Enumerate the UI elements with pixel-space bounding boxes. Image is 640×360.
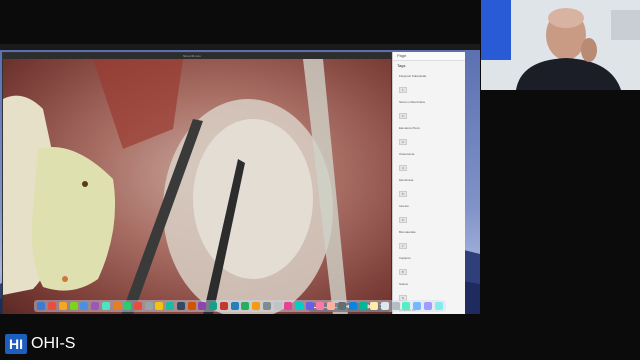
dock-app-icon[interactable] (69, 302, 78, 310)
dock-app-icon[interactable] (402, 302, 411, 310)
logo-badge: HI (5, 334, 27, 354)
webcam-feed (481, 0, 640, 90)
dock-app-icon[interactable] (230, 302, 239, 310)
panel-items: Flowpost Subantrale 1 Sinus in Membrana 2 El… (393, 74, 465, 314)
dock-app-icon[interactable] (101, 302, 110, 310)
tag-label: Flowpost Subantrale (399, 74, 427, 78)
dock-app-icon[interactable] (219, 302, 228, 310)
panel-tag-item[interactable]: Sinus in Membrana 2 (399, 100, 459, 122)
dock-app-icon[interactable] (305, 302, 314, 310)
dock-app-icon[interactable] (262, 302, 271, 310)
dock-app-icon[interactable] (413, 302, 422, 310)
panel-title: Tags (397, 63, 406, 68)
dock-app-icon[interactable] (337, 302, 346, 310)
dock-app-icon[interactable] (144, 302, 153, 310)
tag-chip[interactable]: 4 (399, 165, 407, 171)
desktop-screen:  QuickTime Player File Edit View Window… (0, 44, 480, 314)
mac-menubar:  QuickTime Player File Edit View Window… (0, 44, 480, 58)
tag-label: Membrana (399, 178, 414, 182)
panel-tag-item[interactable]: Membrana 5 (399, 178, 459, 200)
tag-chip[interactable]: 8 (399, 269, 407, 275)
brand-logo: HI OHI-S (5, 334, 75, 354)
dock-app-icon[interactable] (91, 302, 100, 310)
dock-app-icon[interactable] (380, 302, 389, 310)
tag-label: Sutura (399, 282, 408, 286)
dock-app-icon[interactable] (37, 302, 46, 310)
dock-app-icon[interactable] (198, 302, 207, 310)
dock-app-icon[interactable] (209, 302, 218, 310)
dock-app-icon[interactable] (391, 302, 400, 310)
dock-app-icon[interactable] (176, 302, 185, 310)
panel-tag-item[interactable]: Innesto 6 (399, 204, 459, 226)
panel-tag-item[interactable]: Flowpost Subantrale 1 (399, 74, 459, 96)
tag-chip[interactable]: 2 (399, 113, 407, 119)
surgical-scene (3, 59, 348, 314)
video-title: Sinus lift.mov (183, 54, 201, 58)
dock-app-icon[interactable] (423, 302, 432, 310)
dock-app-icon[interactable] (370, 302, 379, 310)
panel-tag-item[interactable]: Impianto 8 (399, 256, 459, 278)
tag-chip[interactable]: 5 (399, 191, 407, 197)
logo-text: OHI-S (31, 335, 76, 352)
dock-app-icon[interactable] (133, 302, 142, 310)
panel-tag-item[interactable]: Elevatore Piezo 3 (399, 126, 459, 148)
surgical-video-frame[interactable]: ◀◀ ❚❚ ▶▶ ⇲ (3, 59, 391, 314)
mac-dock (34, 300, 446, 312)
tag-chip[interactable]: 3 (399, 139, 407, 145)
dock-app-icon[interactable] (294, 302, 303, 310)
panel-tag-item[interactable]: Osteotomia 4 (399, 152, 459, 174)
dock-app-icon[interactable] (252, 302, 261, 310)
tag-chip[interactable]: 6 (399, 217, 407, 223)
dock-app-icon[interactable] (123, 302, 132, 310)
tag-label: Elevatore Piezo (399, 126, 421, 130)
tag-label: Osteotomia (399, 152, 415, 156)
panel-header: Page (393, 52, 465, 61)
dock-app-icon[interactable] (327, 302, 336, 310)
dock-app-icon[interactable] (241, 302, 250, 310)
dock-app-icon[interactable] (316, 302, 325, 310)
dock-app-icon[interactable] (359, 302, 368, 310)
dock-app-icon[interactable] (273, 302, 282, 310)
side-panel: Page Tags Flowpost Subantrale 1 Sinus in M… (392, 52, 465, 314)
dock-app-icon[interactable] (348, 302, 357, 310)
dock-app-icon[interactable] (166, 302, 175, 310)
dock-app-icon[interactable] (284, 302, 293, 310)
tag-label: Innesto (399, 204, 409, 208)
dock-app-icon[interactable] (187, 302, 196, 310)
tag-chip[interactable]: 1 (399, 87, 407, 93)
dock-app-icon[interactable] (48, 302, 57, 310)
tag-label: Biomateriale (399, 230, 416, 234)
dock-app-icon[interactable] (80, 302, 89, 310)
dock-app-icon[interactable] (58, 302, 67, 310)
tag-label: Sinus in Membrana (399, 100, 425, 104)
panel-tag-item[interactable]: Biomateriale 7 (399, 230, 459, 252)
tag-chip[interactable]: 7 (399, 243, 407, 249)
dock-app-icon[interactable] (434, 302, 443, 310)
video-player-window[interactable]: Sinus lift.mov ◀◀ ❚❚ ▶▶ ⇲ (2, 52, 392, 314)
dock-app-icon[interactable] (155, 302, 164, 310)
webcam-scene (481, 0, 640, 90)
dock-app-icon[interactable] (112, 302, 121, 310)
tag-label: Impianto (399, 256, 411, 260)
